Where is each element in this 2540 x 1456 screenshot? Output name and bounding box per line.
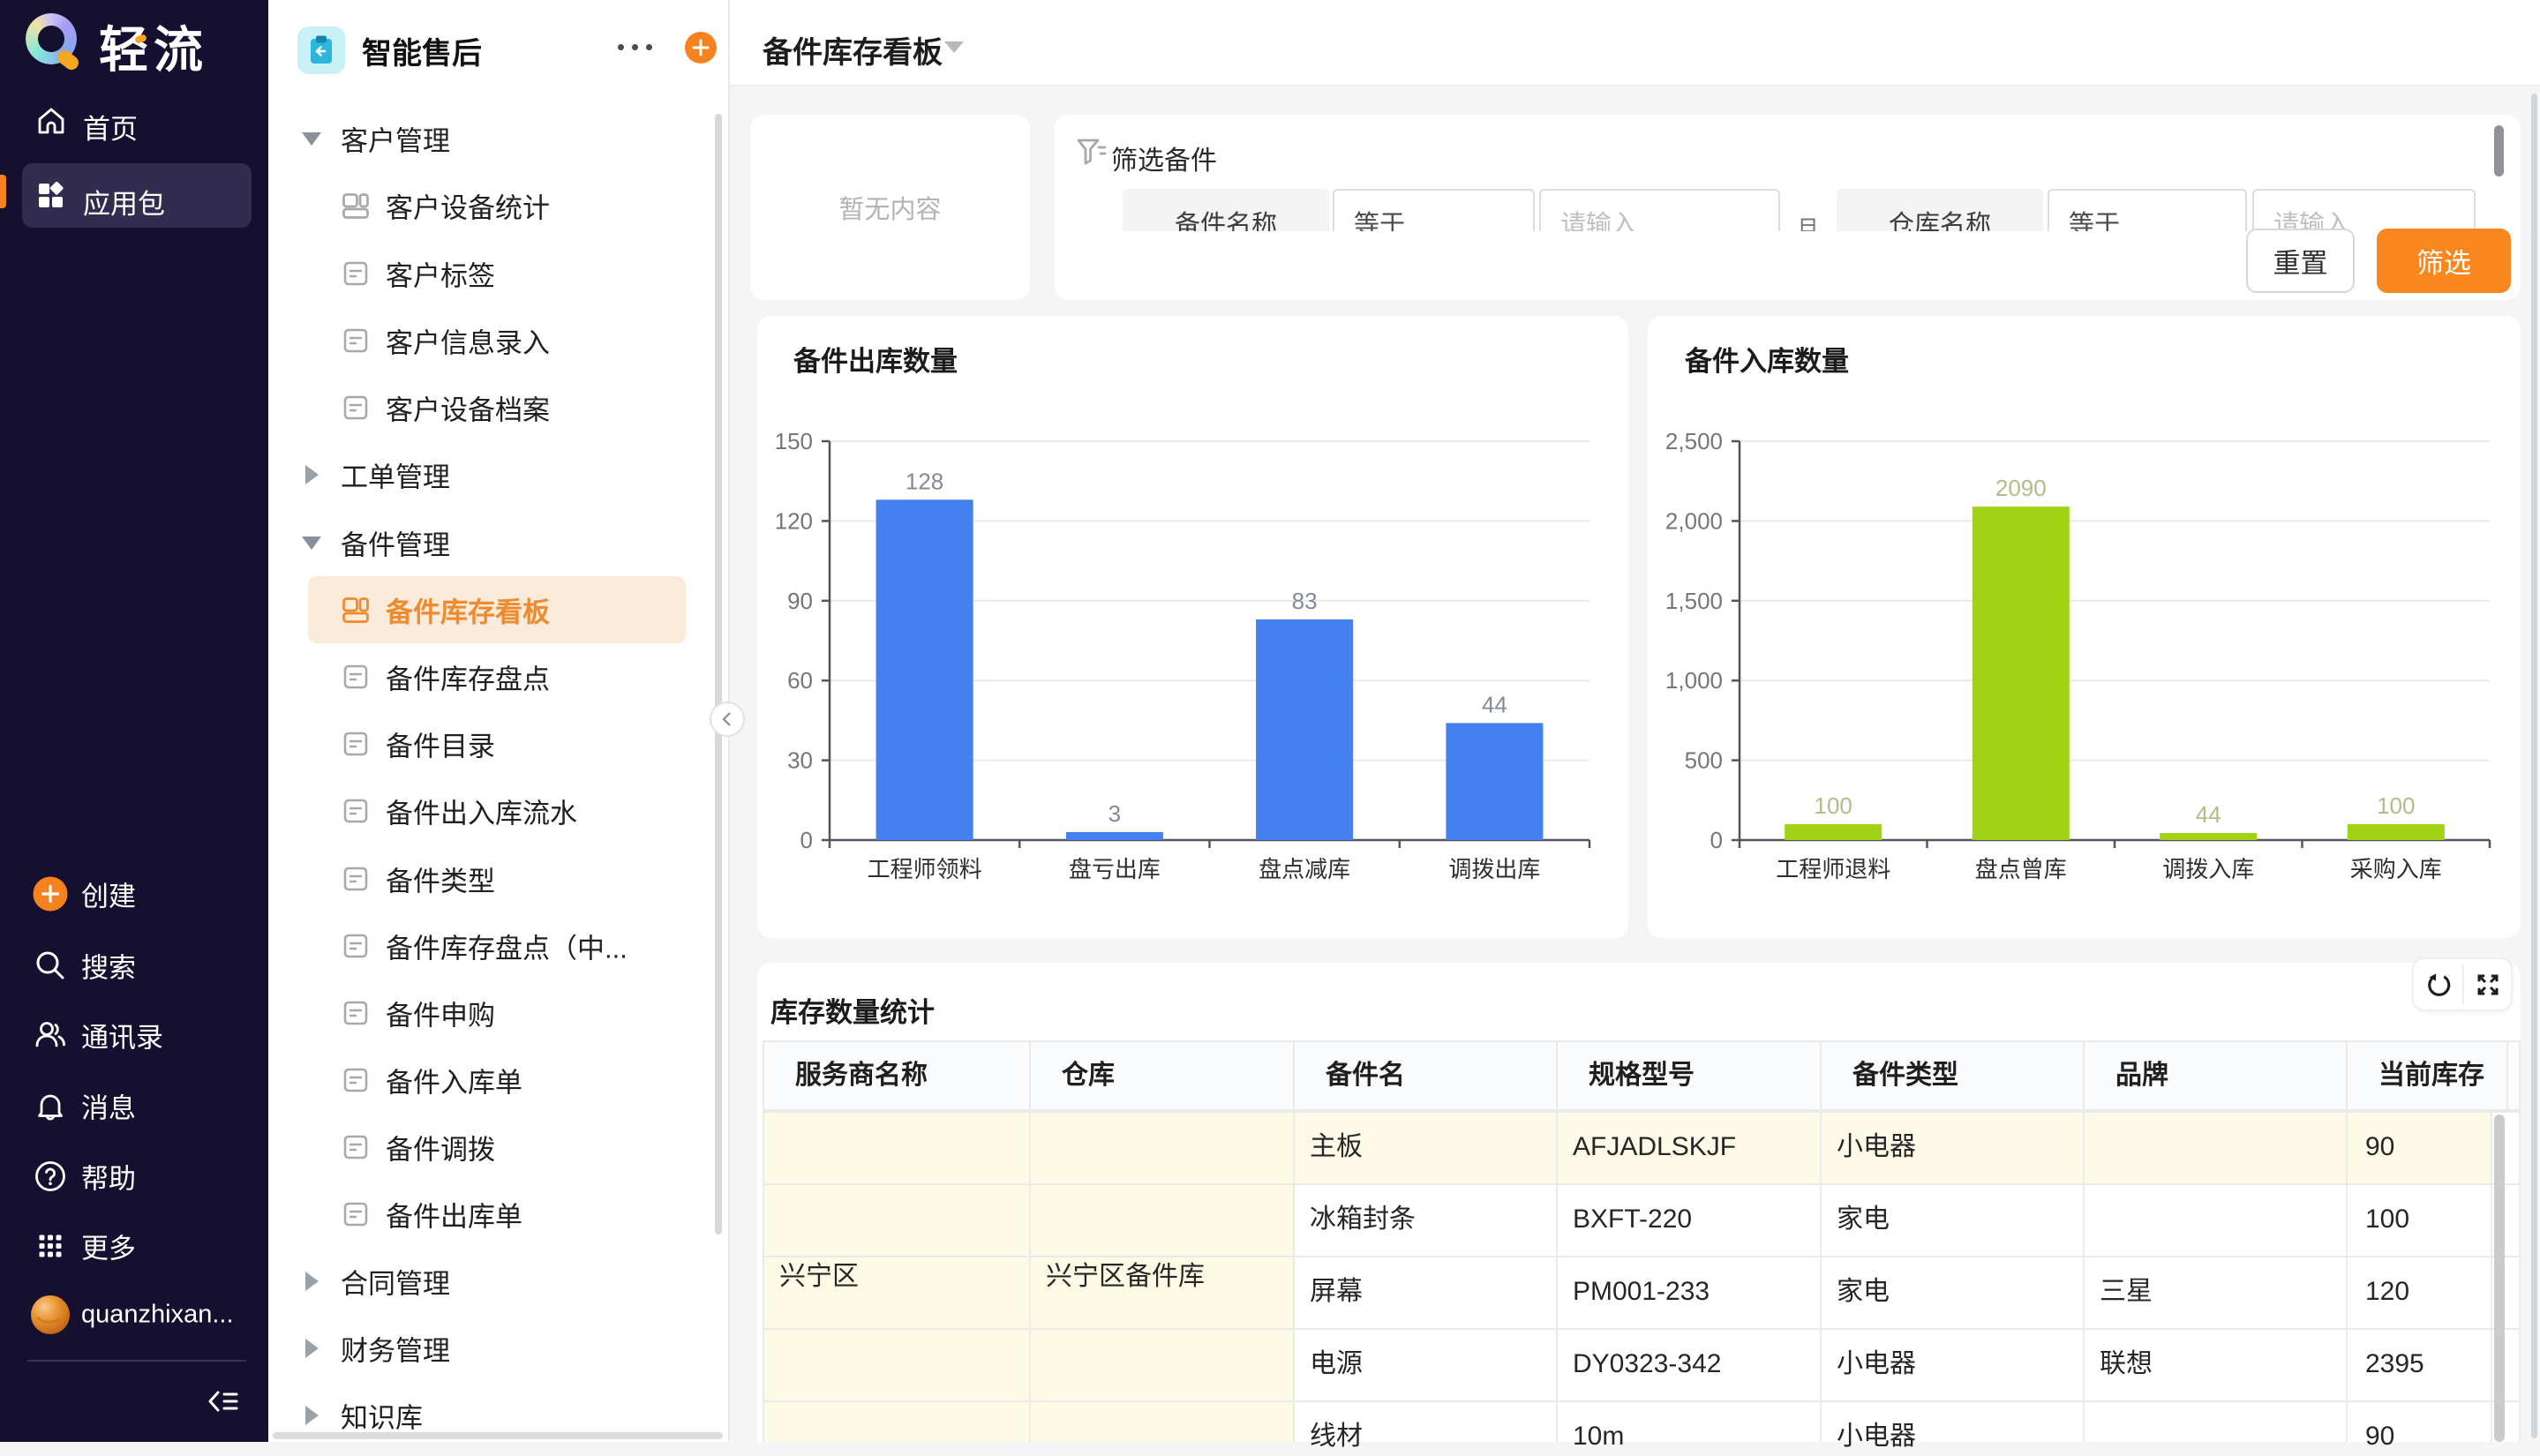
svg-text:150: 150 xyxy=(775,428,813,454)
svg-text:工程师退料: 工程师退料 xyxy=(1776,856,1890,882)
svg-text:0: 0 xyxy=(800,827,813,853)
svg-text:30: 30 xyxy=(787,747,813,774)
svg-text:60: 60 xyxy=(787,667,813,694)
svg-text:100: 100 xyxy=(2377,792,2415,819)
svg-text:90: 90 xyxy=(787,588,813,614)
svg-text:3: 3 xyxy=(1108,800,1121,827)
svg-text:2,000: 2,000 xyxy=(1665,507,1723,534)
svg-text:盘点减库: 盘点减库 xyxy=(1259,856,1350,882)
svg-text:2,500: 2,500 xyxy=(1665,428,1723,454)
svg-text:120: 120 xyxy=(775,507,813,534)
svg-text:83: 83 xyxy=(1292,588,1318,614)
svg-text:1,000: 1,000 xyxy=(1665,667,1723,694)
svg-text:100: 100 xyxy=(1815,792,1852,819)
svg-text:500: 500 xyxy=(1685,747,1723,774)
svg-text:0: 0 xyxy=(1710,827,1723,853)
svg-text:44: 44 xyxy=(1482,691,1507,717)
svg-text:44: 44 xyxy=(2196,801,2221,828)
svg-text:盘点曾库: 盘点曾库 xyxy=(1975,856,2067,882)
svg-text:1,500: 1,500 xyxy=(1665,588,1723,614)
svg-text:2090: 2090 xyxy=(1995,475,2047,501)
svg-text:调拨入库: 调拨入库 xyxy=(2162,856,2254,882)
svg-text:工程师领料: 工程师领料 xyxy=(868,856,982,882)
svg-text:盘亏出库: 盘亏出库 xyxy=(1069,856,1161,882)
svg-text:128: 128 xyxy=(906,468,943,494)
svg-text:采购入库: 采购入库 xyxy=(2350,856,2442,882)
svg-text:调拨出库: 调拨出库 xyxy=(1448,856,1540,882)
